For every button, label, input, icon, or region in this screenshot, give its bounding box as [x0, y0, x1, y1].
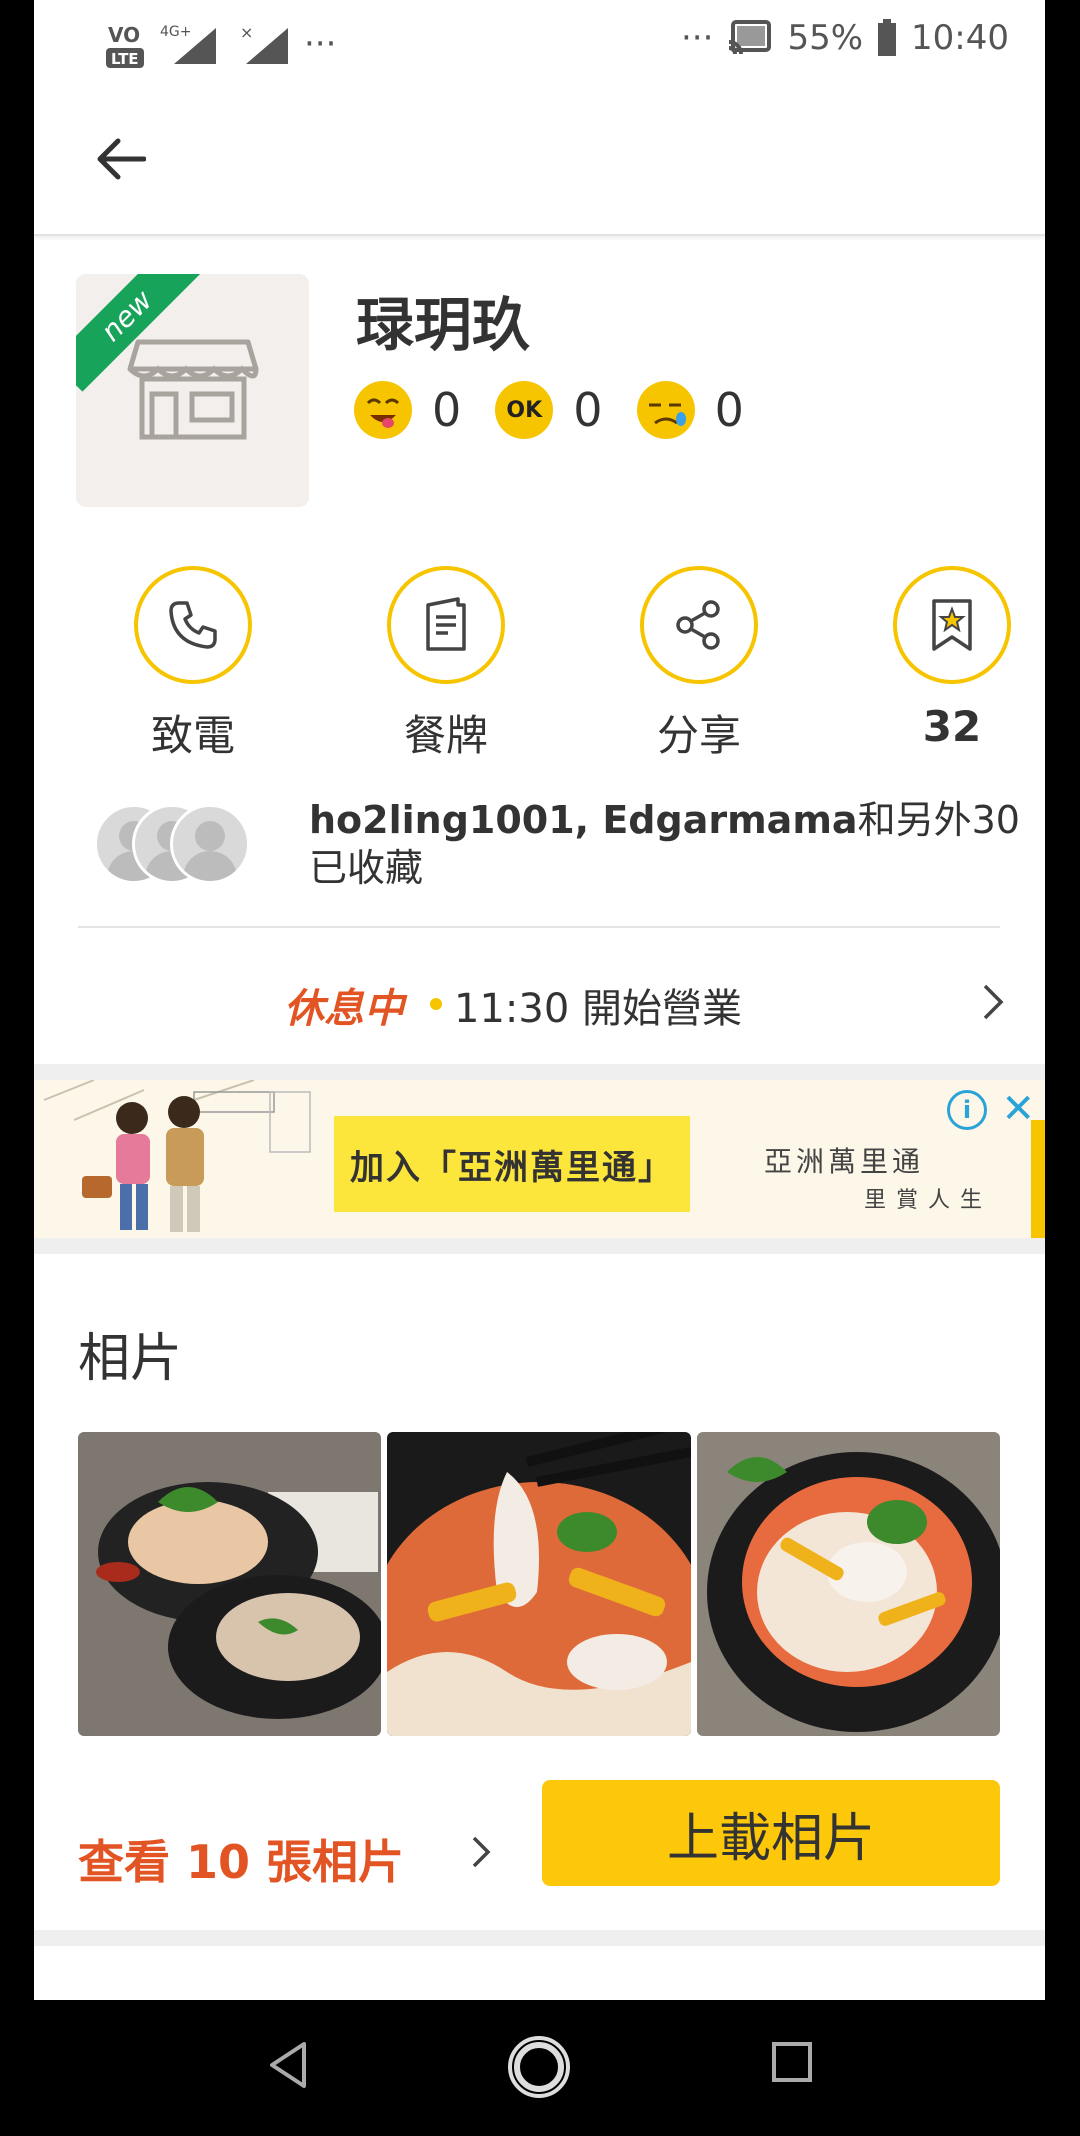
call-button[interactable]: 致電: [108, 566, 278, 763]
sad-count: 0: [714, 383, 744, 437]
status-right: ··· 55% 10:40: [681, 18, 1009, 58]
collector-avatars: [94, 804, 254, 884]
ad-cta-button[interactable]: 加入「亞洲萬里通」: [334, 1116, 690, 1212]
sad-face-icon: [637, 382, 694, 438]
phone-icon: [169, 601, 217, 649]
battery-percent: 55%: [787, 18, 864, 58]
rating-summary: 0 OK 0 0: [354, 381, 744, 439]
svg-text:LTE: LTE: [111, 50, 139, 68]
yummy-emoji-icon[interactable]: [354, 381, 412, 439]
clock: 10:40: [911, 18, 1009, 58]
upload-photo-button[interactable]: 上載相片: [542, 1780, 1000, 1886]
share-label: 分享: [656, 711, 741, 760]
action-row: 致電 餐牌 分享 32: [34, 566, 1045, 776]
collectors-text: ho2ling1001, Edgarmama和另外30已收藏: [309, 796, 1039, 892]
photo-strip: [78, 1432, 1000, 1736]
food-photo-dumplings[interactable]: [78, 1432, 382, 1736]
system-nav-bar: [0, 2000, 1080, 2136]
bookmark-circle: [893, 566, 1011, 684]
store-name: 琭玥玖: [356, 291, 531, 359]
ad-brand-tagline: 里賞人生: [864, 1188, 993, 1213]
status-bar: VO LTE 4G+ × ··· ··· 55% 10:40: [34, 0, 1045, 84]
bookmark-count: 32: [922, 702, 982, 751]
svg-text:×: ×: [240, 23, 253, 42]
food-photo-noodle-bowl[interactable]: [696, 1432, 1000, 1736]
app-bar: [34, 84, 1045, 236]
share-circle: [640, 566, 758, 684]
status-dots-left: ···: [304, 24, 337, 64]
ok-emoji-icon[interactable]: OK: [495, 381, 554, 439]
ad-info-icon[interactable]: i: [947, 1090, 987, 1130]
divider: [78, 926, 1000, 928]
signal-x-icon: ×: [240, 23, 288, 64]
menu-book-icon: [426, 597, 466, 651]
nav-recents-icon[interactable]: [770, 2040, 814, 2084]
collectors-row[interactable]: ho2ling1001, Edgarmama和另外30已收藏: [94, 796, 1024, 896]
food-photo-image: [78, 1432, 382, 1736]
opening-hours-row[interactable]: 休息中 11:30 開始營業: [34, 956, 1045, 1056]
chevron-right-icon: [472, 1836, 491, 1868]
battery-icon: [878, 19, 897, 56]
avatar: [170, 804, 250, 884]
call-label: 致電: [150, 711, 235, 760]
food-photo-noodle-soup[interactable]: [387, 1432, 691, 1736]
volte-icon: VO LTE: [106, 23, 144, 68]
chevron-right-icon: [983, 984, 1004, 1020]
menu-circle: [387, 566, 505, 684]
svg-text:VO: VO: [108, 23, 140, 47]
section-gap: [34, 1238, 1045, 1254]
cast-icon: [729, 20, 772, 55]
signal-4g-icon: 4G+: [160, 24, 216, 64]
bookmark-star-icon: [932, 599, 972, 651]
arrow-left-icon: [97, 138, 146, 180]
share-icon: [676, 600, 720, 650]
nav-back-icon[interactable]: [266, 2040, 310, 2090]
ad-close-icon[interactable]: ✕: [1001, 1086, 1035, 1132]
ad-accent-edge: [1031, 1120, 1045, 1238]
food-photo-image: [696, 1432, 1000, 1736]
app-screen: VO LTE 4G+ × ··· ··· 55% 10:40 new 琭玥玖 0…: [34, 0, 1045, 2000]
menu-button[interactable]: 餐牌: [361, 566, 531, 763]
photos-title: 相片: [78, 1329, 183, 1389]
closed-status: 休息中: [284, 986, 404, 1032]
bookmark-button[interactable]: 32: [867, 566, 1037, 751]
view-all-photos-link[interactable]: 查看 10 張相片: [78, 1826, 404, 1892]
ok-count: 0: [573, 383, 603, 437]
status-left: VO LTE 4G+ × ···: [104, 18, 336, 70]
collector-names: ho2ling1001, Edgarmama: [309, 798, 858, 842]
section-gap: [34, 1930, 1045, 1946]
store-thumbnail[interactable]: new: [76, 274, 309, 507]
food-photo-image: [387, 1432, 691, 1736]
next-open-time: 11:30 開始營業: [454, 986, 742, 1032]
back-button[interactable]: [86, 124, 156, 194]
ad-illustration: [34, 1080, 334, 1238]
ad-banner[interactable]: 加入「亞洲萬里通」 亞洲萬里通 里賞人生 i ✕: [34, 1080, 1045, 1238]
share-button[interactable]: 分享: [614, 566, 784, 763]
sad-emoji-icon[interactable]: [636, 381, 695, 439]
call-circle: [134, 566, 252, 684]
ad-brand: 亞洲萬里通: [764, 1145, 925, 1178]
yummy-face-icon: [355, 382, 411, 438]
status-dots-right: ···: [681, 18, 714, 58]
nav-home-icon[interactable]: [506, 2034, 572, 2100]
status-dot: [430, 998, 442, 1010]
store-icon: [127, 339, 259, 440]
yummy-count: 0: [432, 383, 462, 437]
svg-text:4G+: 4G+: [160, 24, 192, 40]
section-gap: [34, 1064, 1045, 1080]
menu-label: 餐牌: [403, 711, 488, 760]
